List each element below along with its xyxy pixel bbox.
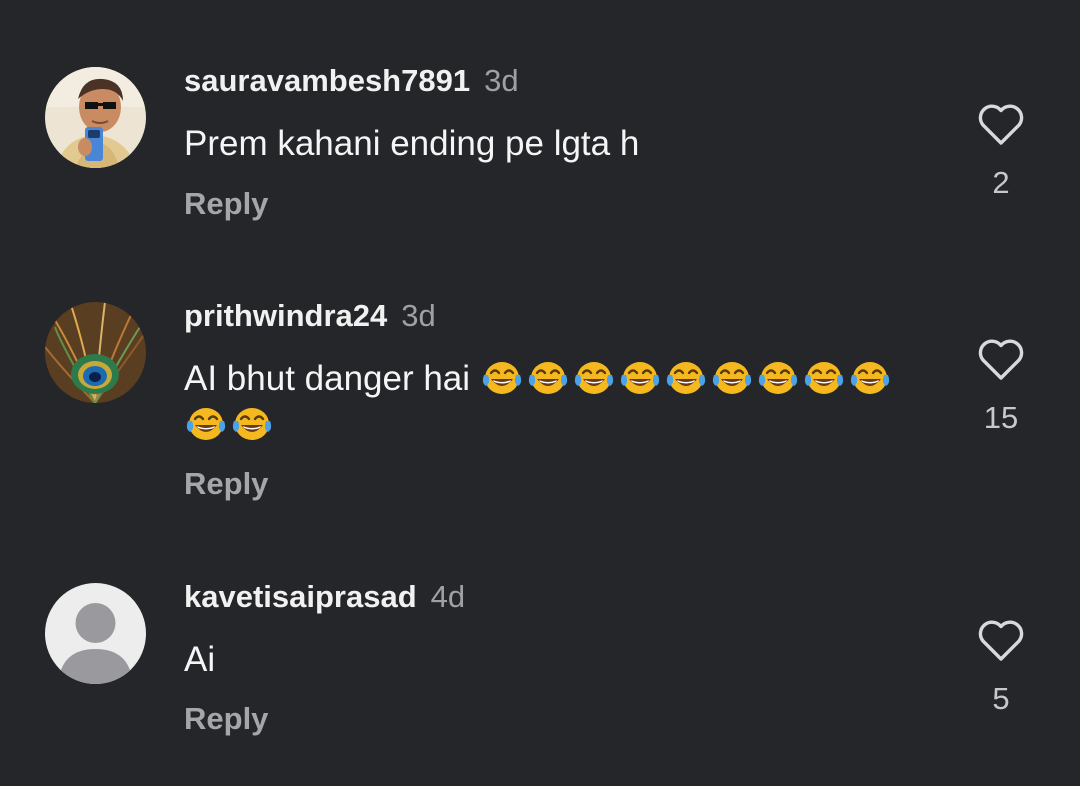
username[interactable]: prithwindra24 [184, 298, 387, 333]
default-profile-icon [45, 583, 146, 684]
like-count: 5 [992, 681, 1010, 716]
tears-of-joy-emoji-icon [666, 362, 705, 394]
heart-icon [978, 339, 1024, 380]
like-count: 2 [992, 165, 1010, 200]
reply-button[interactable]: Reply [184, 701, 268, 737]
comment-meta: sauravambesh7891 3d [184, 63, 519, 99]
comment-text-content: AI bhut danger hai [184, 359, 480, 398]
username[interactable]: sauravambesh7891 [184, 63, 470, 98]
tears-of-joy-emoji-icon [186, 408, 226, 440]
comment-text: Prem kahani ending pe lgta h [184, 121, 934, 167]
tears-of-joy-emoji-icon [620, 362, 659, 394]
tears-of-joy-emoji-icon [804, 362, 843, 394]
peacock-feather-icon [45, 302, 146, 403]
tears-of-joy-emoji-icon [712, 362, 751, 394]
username[interactable]: kavetisaiprasad [184, 579, 417, 614]
comment-list: sauravambesh7891 3d Prem kahani ending pe… [0, 0, 1080, 786]
tears-of-joy-emoji-icon [528, 362, 567, 394]
tears-of-joy-emoji-icon [758, 362, 797, 394]
like-button[interactable] [976, 618, 1026, 664]
reply-button[interactable]: Reply [184, 186, 268, 222]
avatar[interactable] [45, 302, 146, 403]
comment-meta: kavetisaiprasad 4d [184, 579, 465, 615]
reply-button[interactable]: Reply [184, 466, 268, 502]
avatar[interactable] [45, 583, 146, 684]
avatar[interactable] [45, 67, 146, 168]
comment-text: Ai [184, 637, 934, 683]
tears-of-joy-emoji-icon [482, 362, 521, 394]
tears-of-joy-emoji-icon [232, 408, 272, 440]
timestamp: 4d [430, 579, 466, 614]
comment-text-content: Prem kahani ending pe lgta h [184, 124, 640, 163]
like-count: 15 [983, 400, 1019, 435]
tears-of-joy-emoji-icon [574, 362, 613, 394]
timestamp: 3d [484, 63, 519, 98]
comment-meta: prithwindra24 3d [184, 298, 436, 334]
user-photo-icon [45, 67, 146, 168]
heart-icon [978, 620, 1024, 661]
timestamp: 3d [401, 298, 436, 333]
comment-text: AI bhut danger hai [184, 356, 934, 448]
heart-icon [978, 104, 1024, 145]
tears-of-joy-emoji-icon [850, 362, 889, 394]
comment-text-content: Ai [184, 640, 216, 679]
like-button[interactable] [976, 337, 1026, 383]
like-button[interactable] [976, 102, 1026, 148]
